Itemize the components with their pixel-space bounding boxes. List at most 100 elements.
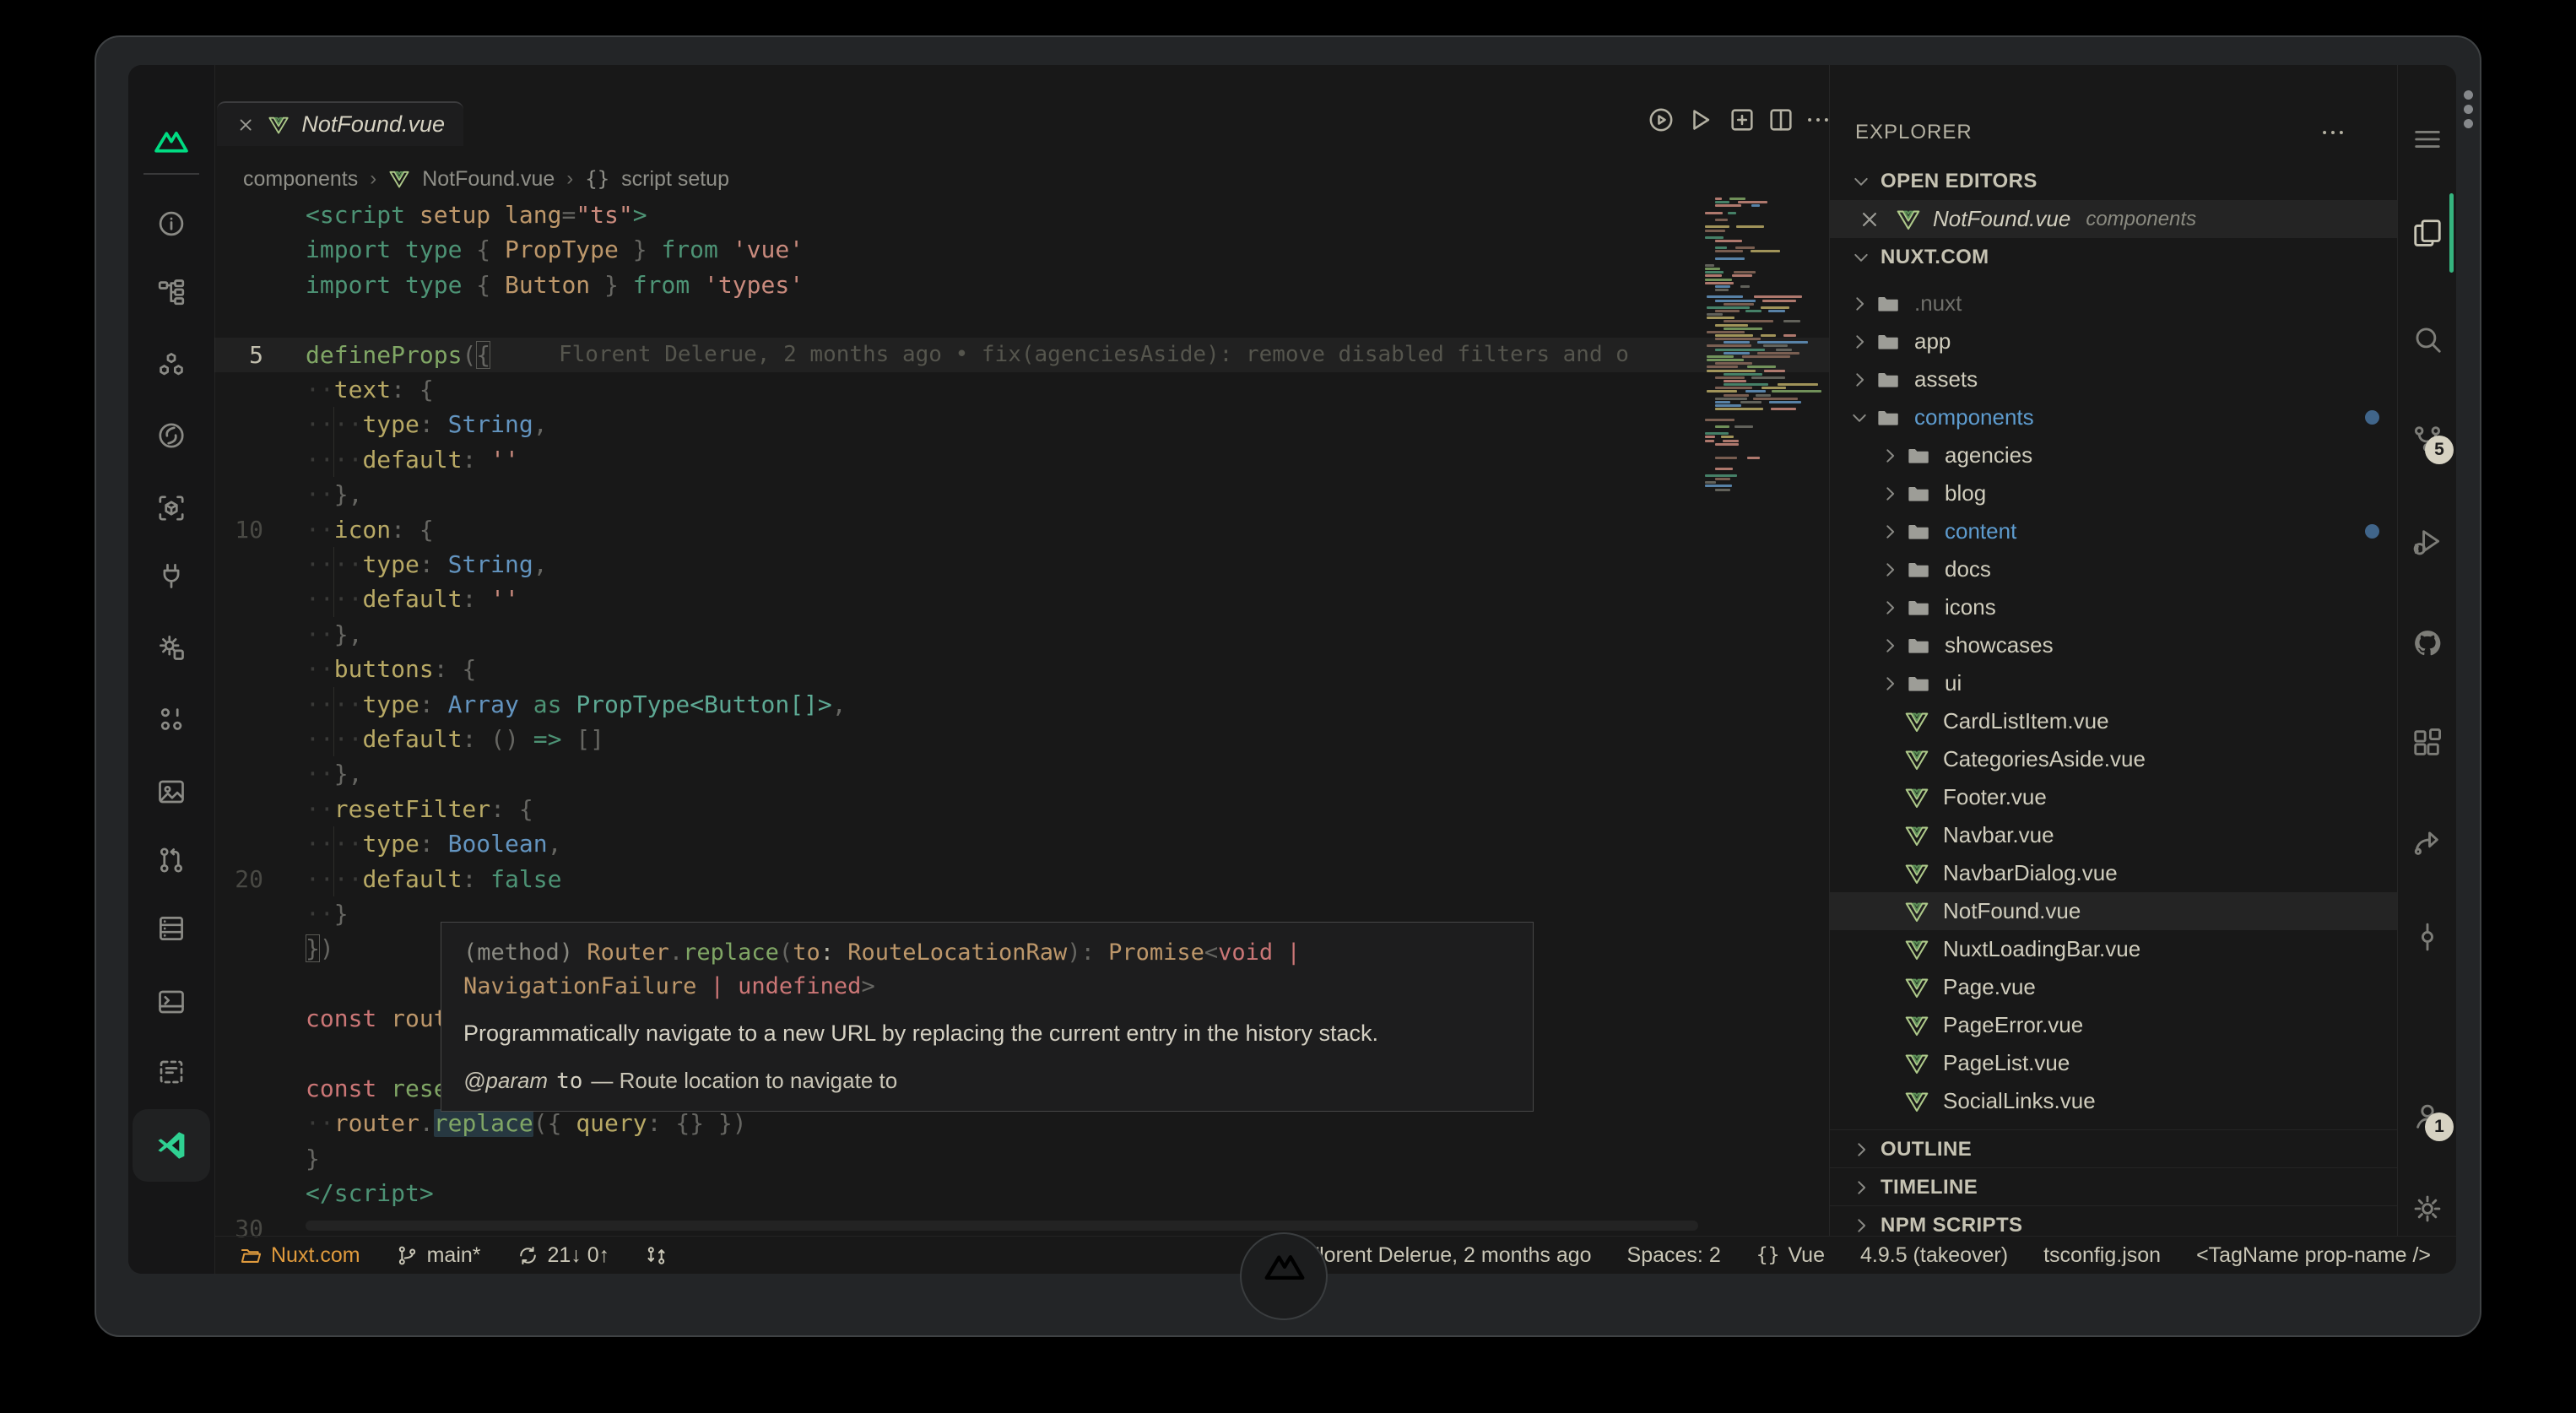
breadcrumb-item[interactable]: components [243,167,358,192]
tree-file-Footer-vue[interactable]: Footer.vue [1830,778,2398,816]
tree-folder-assets[interactable]: assets [1830,360,2398,398]
tree-file-PageError-vue[interactable]: PageError.vue [1830,1006,2398,1044]
code-line[interactable]: import type { PropType } from 'vue' [214,232,1829,267]
code-line[interactable]: ··}, [214,617,1829,652]
tree-file-CardListItem-vue[interactable]: CardListItem.vue [1830,702,2398,740]
dashed-frame-icon[interactable] [156,1057,187,1087]
code-line[interactable]: ··}, [214,477,1829,512]
share-icon[interactable] [2411,826,2443,858]
breadcrumb-item[interactable]: script setup [621,167,729,192]
modules-icon[interactable] [156,349,187,380]
split-editor-icon[interactable] [1767,106,1795,134]
section-open-editors[interactable]: OPEN EDITORS [1830,162,2398,200]
github-icon[interactable] [2411,627,2443,659]
close-icon[interactable] [1857,207,1882,232]
code-line[interactable]: 5defineProps({Florent Delerue, 2 months … [214,338,1829,372]
tree-folder-components[interactable]: components [1830,398,2398,436]
code-line[interactable] [214,302,1829,337]
code-line[interactable]: ····default: () => [] [214,722,1829,756]
run-icon[interactable] [1686,106,1714,134]
code-line[interactable]: import type { Button } from 'types' [214,268,1829,302]
breadcrumb[interactable]: components›NotFound.vue›{}script setup [243,160,729,198]
menu-icon[interactable] [2411,123,2443,155]
minimap[interactable] [1705,198,1826,491]
nuxt-logo-icon[interactable] [153,122,190,160]
status-source-graph[interactable] [645,1244,668,1267]
code-line[interactable]: ····type: Array as PropType<Button[]>, [214,687,1829,722]
code-line[interactable]: ····default: '' [214,582,1829,616]
code-line[interactable]: 10··icon: { [214,512,1829,547]
tree-file-SocialLinks-vue[interactable]: SocialLinks.vue [1830,1082,2398,1120]
horizontal-scrollbar[interactable] [306,1221,1698,1231]
breadcrumb-item[interactable]: NotFound.vue [422,167,555,192]
image-icon[interactable] [156,777,187,807]
status-indentation[interactable]: Spaces: 2 [1627,1243,1721,1268]
more-actions-icon[interactable] [1804,106,1832,134]
tree-folder-docs[interactable]: docs [1830,550,2398,588]
hierarchy-icon[interactable] [156,277,187,307]
tree-folder-icons[interactable]: icons [1830,588,2398,626]
nuxt-dome-badge[interactable] [1240,1232,1328,1320]
tab-close-icon[interactable] [235,114,256,136]
devtools-icon[interactable] [156,420,187,451]
section-project[interactable]: NUXT.COM [1830,238,2398,276]
info-icon[interactable] [156,208,187,239]
status-git-branch[interactable]: main* [396,1243,481,1268]
tab-notfound-vue[interactable]: NotFound.vue [217,101,463,146]
section-npm-scripts[interactable]: NPM SCRIPTS [1830,1205,2398,1236]
tree-file-Navbar-vue[interactable]: Navbar.vue [1830,816,2398,854]
code-line[interactable]: ··text: { [214,372,1829,407]
section-outline[interactable]: OUTLINE [1830,1129,2398,1168]
code-line[interactable]: } [214,1141,1829,1176]
code-line[interactable]: <script setup lang="ts"> [214,198,1829,232]
tree-file-NotFound-vue[interactable]: NotFound.vue [1830,892,2398,930]
code-line[interactable]: 20····default: false [214,862,1829,896]
status-tsconfig[interactable]: tsconfig.json [2043,1243,2161,1268]
status-remote-project[interactable]: Nuxt.com [240,1243,360,1268]
search-icon[interactable] [2411,323,2443,355]
window-handle-dot[interactable] [2464,119,2473,128]
split-add-icon[interactable] [1728,106,1756,134]
explorer-files-icon[interactable] [2411,217,2443,249]
git-pr-icon[interactable] [156,845,187,875]
window-handle-dot[interactable] [2464,90,2473,100]
tree-file-Page-vue[interactable]: Page.vue [1830,968,2398,1006]
settings-gear-icon[interactable] [156,632,187,663]
commit-icon[interactable] [2411,921,2443,953]
window-handle-dot[interactable] [2464,105,2473,114]
code-line[interactable]: </script> [214,1176,1829,1210]
section-timeline[interactable]: TIMELINE [1830,1167,2398,1206]
open-editor-item[interactable]: NotFound.vuecomponents [1830,200,2398,238]
code-line[interactable]: ··}, [214,756,1829,791]
play-circle-icon[interactable] [1647,106,1675,134]
scan-cube-icon[interactable] [156,493,187,523]
tree-folder-content[interactable]: content [1830,512,2398,550]
tree-file-NuxtLoadingBar-vue[interactable]: NuxtLoadingBar.vue [1830,930,2398,968]
code-line[interactable]: ··resetFilter: { [214,792,1829,826]
code-line[interactable]: ····type: Boolean, [214,826,1829,861]
tree-folder-blog[interactable]: blog [1830,474,2398,512]
tree-folder-app[interactable]: app [1830,322,2398,360]
code-line[interactable]: ····type: String, [214,547,1829,582]
terminal-panel-icon[interactable] [156,987,187,1017]
code-line[interactable]: ··buttons: { [214,652,1829,686]
code-line[interactable]: ····type: String, [214,407,1829,441]
code-editor[interactable]: <script setup lang="ts">import type { Pr… [214,198,1829,1237]
code-line[interactable]: ····default: '' [214,442,1829,477]
server-rows-icon[interactable] [156,913,187,944]
editor-layout-icon[interactable] [2411,727,2443,759]
run-debug-icon[interactable] [2411,526,2443,558]
tree-file-CategoriesAside-vue[interactable]: CategoriesAside.vue [1830,740,2398,778]
tree-file-NavbarDialog-vue[interactable]: NavbarDialog.vue [1830,854,2398,892]
explorer-more-icon[interactable] [2319,118,2347,147]
plug-icon[interactable] [156,560,187,591]
vscode-logo-button[interactable] [133,1109,210,1182]
tree-folder-ui[interactable]: ui [1830,664,2398,702]
status-tag-template[interactable]: <TagName prop-name /> [2196,1243,2431,1268]
components-group-icon[interactable] [156,704,187,734]
status-extension-version[interactable]: 4.9.5 (takeover) [1860,1243,2008,1268]
tree-folder-agencies[interactable]: agencies [1830,436,2398,474]
status-git-sync[interactable]: 21↓ 0↑ [517,1243,610,1268]
status-language-mode[interactable]: {}Vue [1756,1243,1825,1268]
tree-file-PageList-vue[interactable]: PageList.vue [1830,1044,2398,1082]
